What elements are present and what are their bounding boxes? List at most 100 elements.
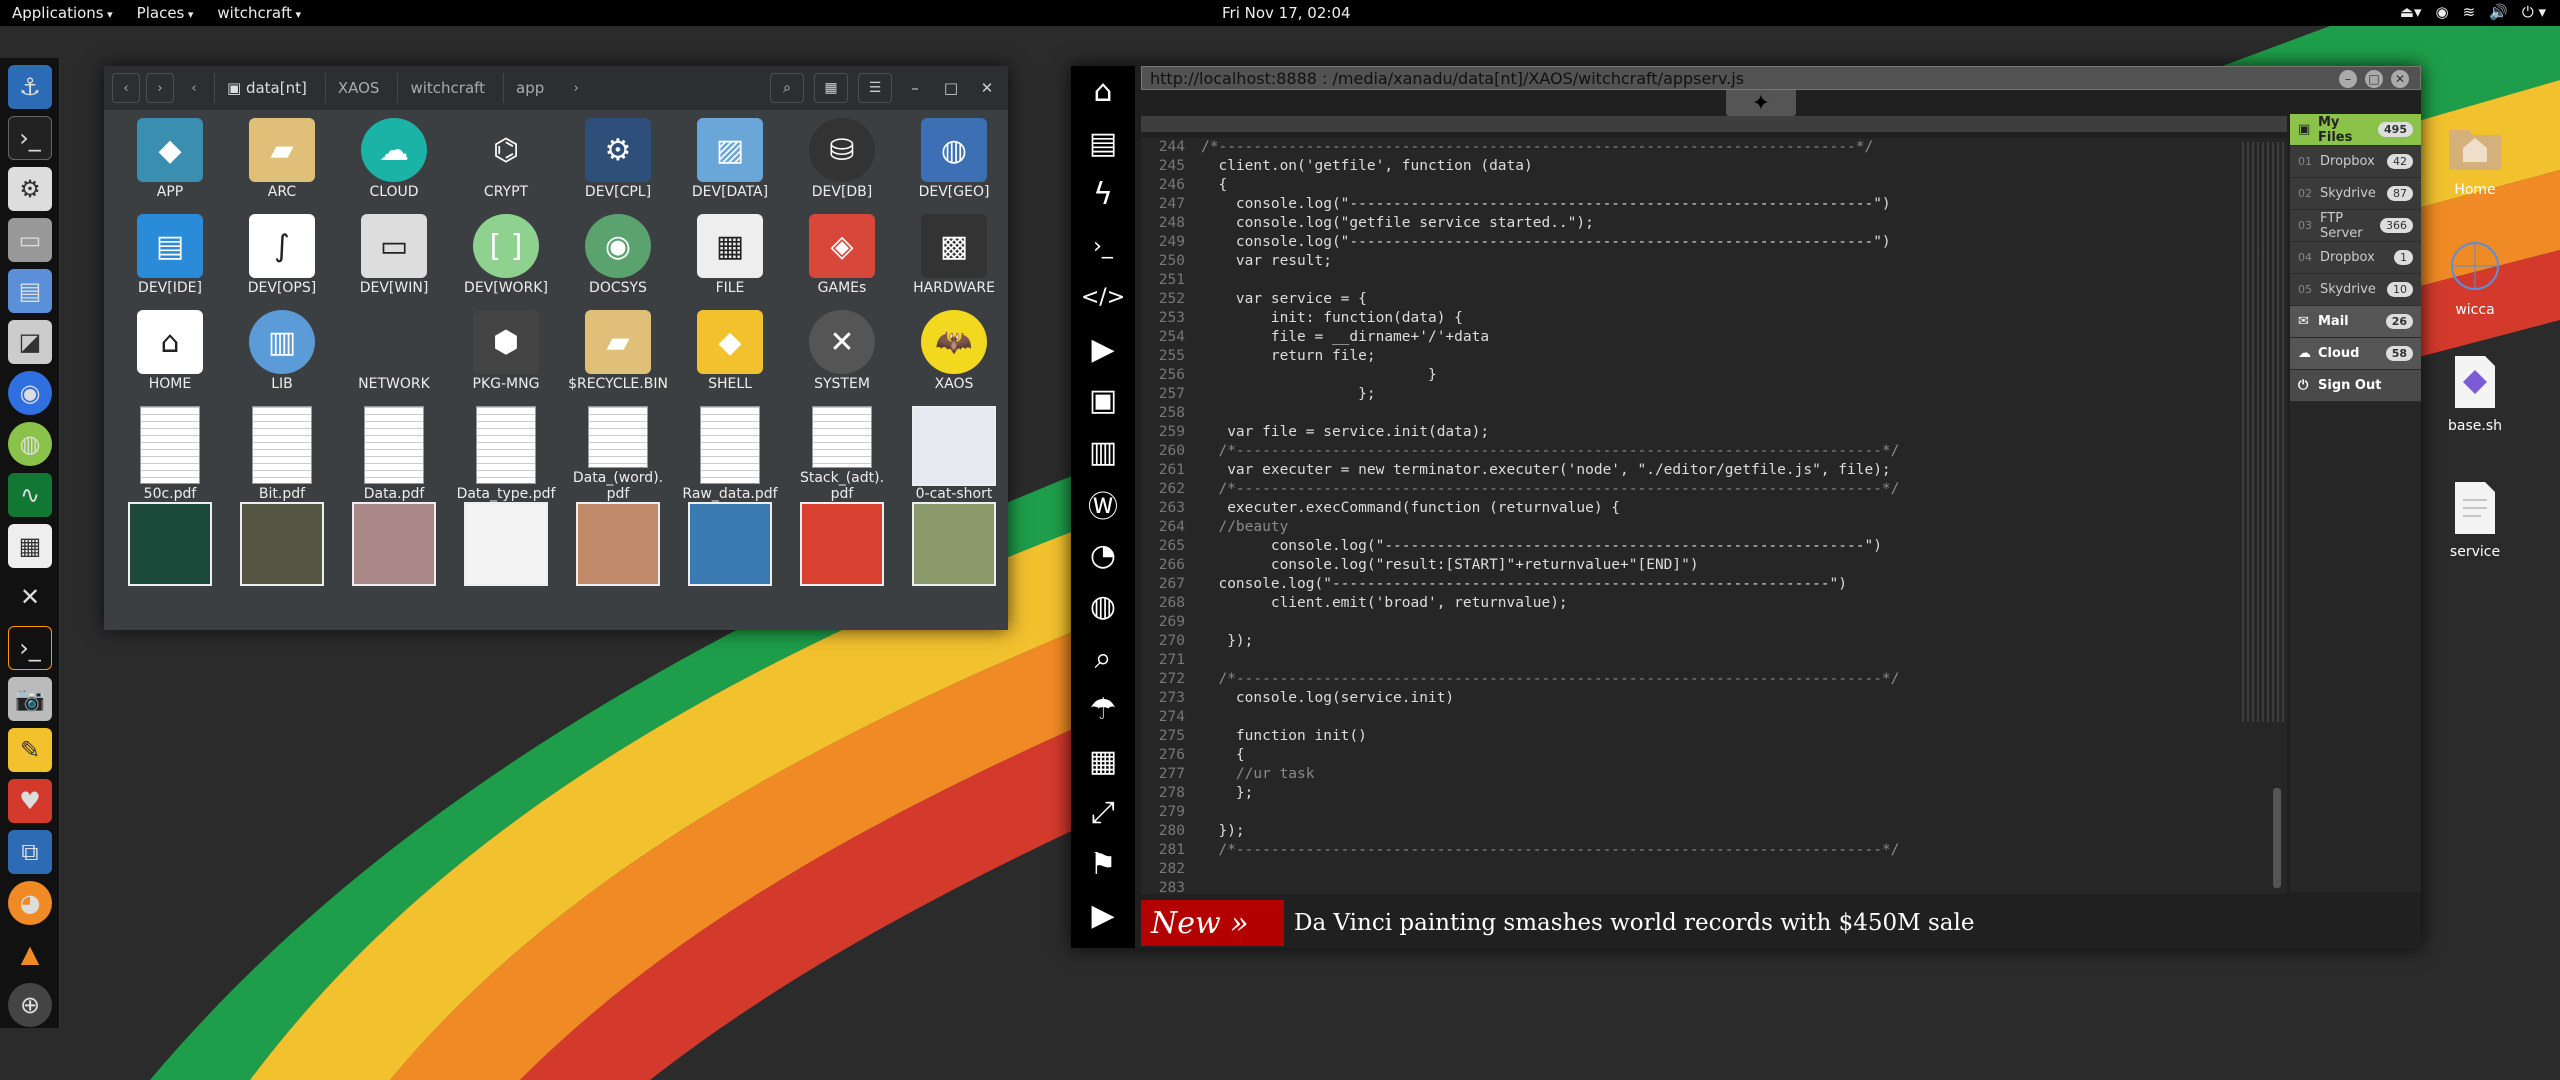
firefox-icon[interactable]: ◕ <box>8 881 52 925</box>
code-line[interactable]: //ur task <box>1201 765 2221 784</box>
file-item[interactable]: ▰ ARC <box>226 118 338 214</box>
applications-menu[interactable]: Applications <box>0 4 125 22</box>
wechat-icon[interactable]: ◔ <box>1071 530 1135 582</box>
system-monitor-icon[interactable]: ∿ <box>8 473 52 517</box>
code-line[interactable]: console.log("result:[START]"+returnvalue… <box>1201 556 2221 575</box>
image-icon[interactable]: ▣ <box>1071 375 1135 427</box>
file-item[interactable] <box>338 502 450 598</box>
search-icon[interactable]: ⌕ <box>770 73 804 103</box>
desktop-icon-wicca[interactable]: wicca <box>2430 236 2520 318</box>
code-area[interactable]: 244 245 246 247 248 249 250 251 252 253 254 255 256 2… <box>1141 138 2287 894</box>
desktop-icon-service[interactable]: service <box>2430 478 2520 560</box>
bolt-icon[interactable]: ϟ <box>1071 169 1135 221</box>
breadcrumb-witchcraft[interactable]: witchcraft <box>397 73 497 103</box>
wifi-icon[interactable]: ≋ <box>2463 3 2476 21</box>
code-line[interactable]: client.on('getfile', function (data) <box>1201 157 2221 176</box>
code-line[interactable]: client.emit('broad', returnvalue); <box>1201 594 2221 613</box>
code-line[interactable]: var file = service.init(data); <box>1201 423 2221 442</box>
vlc-icon[interactable]: ▲ <box>8 932 52 976</box>
code-line[interactable]: executer.execCommand(function (returnval… <box>1201 499 2221 518</box>
code-line[interactable] <box>1201 271 2221 290</box>
document-icon[interactable]: ▤ <box>1071 118 1135 170</box>
files-panel-item[interactable]: 02 Skydrive 87 <box>2290 178 2421 210</box>
file-item[interactable]: [ ] DEV[WORK] <box>450 214 562 310</box>
code-line[interactable]: return file; <box>1201 347 2221 366</box>
file-item[interactable] <box>786 502 898 598</box>
file-item[interactable]: ⚙ DEV[CPL] <box>562 118 674 214</box>
anchor-icon[interactable]: ⚓ <box>8 65 52 109</box>
breadcrumb-data-nt[interactable]: ▣ data[nt] <box>214 73 319 103</box>
ticker-headline[interactable]: Da Vinci painting smashes world records … <box>1294 910 1974 936</box>
close-icon[interactable]: ✕ <box>2391 70 2409 88</box>
file-item[interactable]: ◆ SHELL <box>674 310 786 406</box>
file-item[interactable]: ☁ CLOUD <box>338 118 450 214</box>
globe-icon[interactable]: ◍ <box>1071 581 1135 633</box>
code-line[interactable]: }; <box>1201 385 2221 404</box>
files-panel-item[interactable]: ▣ My Files 495 <box>2290 114 2421 146</box>
files-panel-item[interactable]: 04 Dropbox 1 <box>2290 242 2421 274</box>
tools-icon[interactable]: ✕ <box>8 575 52 619</box>
file-item[interactable]: ▭ DEV[WIN] <box>338 214 450 310</box>
file-item[interactable] <box>674 502 786 598</box>
file-item[interactable]: 50c.pdf <box>114 406 226 502</box>
flag-icon[interactable]: ⚑ <box>1071 839 1135 891</box>
file-item[interactable]: 0-cat-short <box>898 406 1010 502</box>
clock[interactable]: Fri Nov 17, 02:04 <box>1222 4 1351 22</box>
close-icon[interactable]: ✕ <box>974 75 1000 101</box>
back-button[interactable]: ‹ <box>112 73 140 103</box>
code-line[interactable]: file = __dirname+'/'+data <box>1201 328 2221 347</box>
android-icon[interactable]: ◍ <box>8 422 52 466</box>
desktop-icon-base-sh[interactable]: base.sh <box>2430 352 2520 434</box>
file-item[interactable] <box>226 502 338 598</box>
forward-button[interactable]: › <box>146 73 174 103</box>
code-line[interactable]: var service = { <box>1201 290 2221 309</box>
code-line[interactable]: /*--------------------------------------… <box>1201 480 2221 499</box>
record-icon[interactable]: ◉ <box>2435 3 2448 21</box>
path-left-button[interactable]: ‹ <box>180 73 208 103</box>
network-icon[interactable]: ⊕ <box>8 983 52 1027</box>
file-item[interactable]: NETWORK <box>338 310 450 406</box>
terminal-icon[interactable]: ›_ <box>1071 221 1135 273</box>
file-item[interactable]: ▦ FILE <box>674 214 786 310</box>
minimize-icon[interactable]: – <box>902 75 928 101</box>
places-menu[interactable]: Places <box>125 4 206 22</box>
files-panel-item[interactable]: 01 Dropbox 42 <box>2290 146 2421 178</box>
file-item[interactable]: ▥ LIB <box>226 310 338 406</box>
file-item[interactable]: Data_(word). pdf <box>562 406 674 502</box>
code-line[interactable]: { <box>1201 176 2221 195</box>
code-line[interactable]: console.log("---------------------------… <box>1201 537 2221 556</box>
eject-icon[interactable]: ⏏▾ <box>2400 3 2422 21</box>
code-line[interactable] <box>1201 803 2221 822</box>
play-icon[interactable]: ▶ <box>1071 324 1135 376</box>
code-line[interactable]: console.log("getfile service started..")… <box>1201 214 2221 233</box>
menu-icon[interactable]: ☰ <box>858 73 892 103</box>
chromium-icon[interactable]: ◉ <box>8 371 52 415</box>
file-item[interactable]: ▩ HARDWARE <box>898 214 1010 310</box>
file-item[interactable]: Bit.pdf <box>226 406 338 502</box>
usb-icon[interactable]: ◪ <box>8 320 52 364</box>
minimize-icon[interactable]: – <box>2339 70 2357 88</box>
code-line[interactable]: /*--------------------------------------… <box>1201 442 2221 461</box>
files-panel-item[interactable]: 05 Skydrive 10 <box>2290 274 2421 306</box>
view-grid-icon[interactable]: ▦ <box>814 73 848 103</box>
file-item[interactable]: ⬢ PKG-MNG <box>450 310 562 406</box>
code-line[interactable] <box>1201 404 2221 423</box>
code-line[interactable]: console.log("---------------------------… <box>1201 233 2221 252</box>
code-line[interactable] <box>1201 879 2221 894</box>
code-line[interactable] <box>1201 860 2221 879</box>
file-item[interactable] <box>898 502 1010 598</box>
code-line[interactable]: /*--------------------------------------… <box>1201 138 2221 157</box>
search-icon[interactable]: ⌕ <box>1071 633 1135 685</box>
scrollbar[interactable] <box>2273 788 2281 888</box>
code-line[interactable]: console.log("---------------------------… <box>1201 575 2221 594</box>
code-icon[interactable]: </> <box>1071 272 1135 324</box>
code-line[interactable]: var result; <box>1201 252 2221 271</box>
umbrella-icon[interactable]: ☂ <box>1071 684 1135 736</box>
file-item[interactable]: ◉ DOCSYS <box>562 214 674 310</box>
drive-icon[interactable]: ▭ <box>8 218 52 262</box>
file-item[interactable] <box>450 502 562 598</box>
path-right-button[interactable]: › <box>562 73 590 103</box>
breadcrumb-xaos[interactable]: XAOS <box>324 73 392 103</box>
witchcraft-menu[interactable]: witchcraft <box>205 4 313 22</box>
power-icon[interactable]: ⏻ ▾ <box>2522 3 2546 21</box>
